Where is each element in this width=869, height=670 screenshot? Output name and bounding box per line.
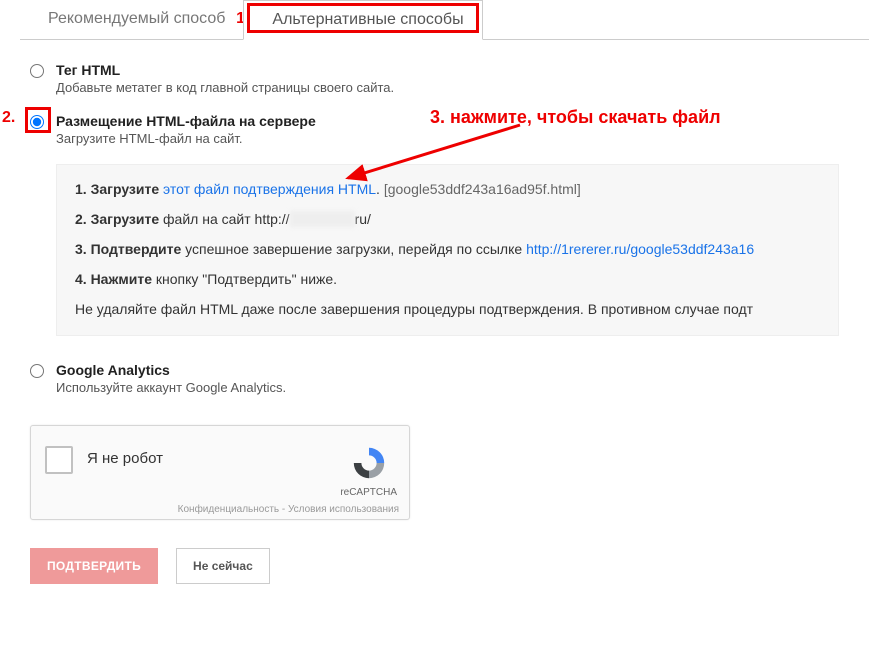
steps-box: 1. Загрузите этот файл подтверждения HTM… [56, 164, 839, 336]
option-html-tag: Тег HTML Добавьте метатег в код главной … [30, 62, 839, 95]
step-1-filename: [google53ddf243a16ad95f.html] [384, 181, 581, 197]
step-3-text: успешное завершение загрузки, перейдя по… [181, 241, 526, 257]
step-3-prefix: 3. Подтвердите [75, 241, 181, 257]
download-file-link[interactable]: этот файл подтверждения HTML [163, 181, 376, 197]
recaptcha-terms[interactable]: Конфиденциальность - Условия использован… [178, 504, 399, 515]
button-row: ПОДТВЕРДИТЬ Не сейчас [30, 548, 839, 584]
step-2: 2. Загрузите файл на сайт http://xxxru/ [75, 211, 820, 227]
content: Тег HTML Добавьте метатег в код главной … [0, 40, 869, 604]
step-1: 1. Загрузите этот файл подтверждения HTM… [75, 181, 820, 197]
option-html-tag-desc: Добавьте метатег в код главной страницы … [56, 80, 839, 95]
radio-html-file[interactable] [30, 115, 44, 129]
option-html-tag-title: Тег HTML [56, 62, 839, 78]
step-4: 4. Нажмите кнопку "Подтвердить" ниже. [75, 271, 820, 287]
annotation-2: 2. [2, 109, 15, 127]
step-4-text: кнопку "Подтвердить" ниже. [152, 271, 337, 287]
confirm-button[interactable]: ПОДТВЕРДИТЬ [30, 548, 158, 584]
option-html-file-desc: Загрузите HTML-файл на сайт. [56, 131, 839, 146]
radio-ga[interactable] [30, 364, 44, 378]
recaptcha-label: Я не робот [87, 450, 163, 467]
tabs: Рекомендуемый способ 1. Альтернативные с… [20, 0, 869, 40]
step-2-suffix: ru/ [355, 211, 371, 227]
option-ga-title: Google Analytics [56, 362, 839, 378]
recaptcha-checkbox[interactable] [45, 446, 73, 474]
option-html-file: 2. 3. нажмите, чтобы скачать файл Размещ… [30, 113, 839, 146]
annotation-3: 3. нажмите, чтобы скачать файл [430, 107, 721, 128]
tab-alternative[interactable]: Альтернативные способы [243, 0, 482, 40]
option-ga-desc: Используйте аккаунт Google Analytics. [56, 380, 839, 395]
step-1-dot: . [376, 181, 384, 197]
step-4-prefix: 4. Нажмите [75, 271, 152, 287]
radio-html-tag[interactable] [30, 64, 44, 78]
step-3: 3. Подтвердите успешное завершение загру… [75, 241, 820, 257]
recaptcha-brand: reCAPTCHA [340, 487, 397, 498]
recaptcha-icon [350, 444, 388, 482]
step-1-prefix: 1. Загрузите [75, 181, 163, 197]
tab-recommended-label: Рекомендуемый способ [48, 10, 225, 27]
not-now-button[interactable]: Не сейчас [176, 548, 270, 584]
option-ga: Google Analytics Используйте аккаунт Goo… [30, 362, 839, 395]
tab-recommended[interactable]: Рекомендуемый способ 1. [20, 0, 243, 39]
recaptcha-widget: Я не робот reCAPTCHA Конфиденциальность … [30, 425, 410, 520]
step-2-prefix: 2. Загрузите [75, 211, 159, 227]
tab-alternative-label: Альтернативные способы [272, 11, 463, 28]
step-2-text: файл на сайт http:// [159, 211, 289, 227]
verify-link[interactable]: http://1rererer.ru/google53ddf243a16 [526, 241, 754, 257]
steps-note: Не удаляйте файл HTML даже после заверше… [75, 301, 820, 317]
blurred-domain: xxx [290, 211, 355, 227]
